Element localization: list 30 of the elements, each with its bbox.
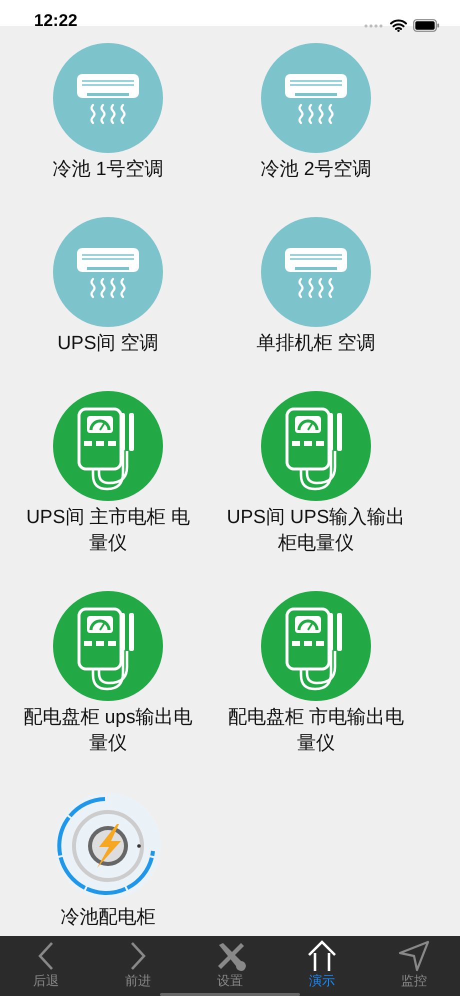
multimeter-icon: [53, 391, 163, 501]
multimeter-icon: [261, 391, 371, 501]
status-time: 12:22: [34, 10, 78, 32]
device-label[interactable]: 冷池 1号空调: [18, 157, 198, 183]
device-label[interactable]: 冷池配电柜: [18, 905, 198, 931]
power-gauge-icon: [53, 791, 163, 901]
device-label[interactable]: UPS间 空调: [18, 331, 198, 357]
navigation-arrow-icon: [397, 939, 431, 973]
multimeter-icon: [261, 591, 371, 701]
device-label[interactable]: 冷池 2号空调: [226, 157, 406, 183]
tab[interactable]: 演示: [287, 936, 357, 991]
tab[interactable]: 设置: [195, 936, 265, 991]
tab[interactable]: 前进: [103, 936, 173, 991]
forward-icon: [130, 941, 146, 971]
back-icon: [38, 941, 54, 971]
air-conditioner-icon: [261, 43, 371, 153]
device-label[interactable]: 配电盘柜 ups输出电量仪: [18, 705, 198, 757]
wifi-icon: [390, 19, 407, 32]
tab[interactable]: 监控: [379, 936, 449, 991]
device-label[interactable]: 配电盘柜 市电输出电量仪: [226, 705, 406, 757]
air-conditioner-icon: [53, 43, 163, 153]
battery-icon: [413, 19, 440, 32]
tab[interactable]: 后退: [11, 936, 81, 991]
device-label[interactable]: UPS间 主市电柜 电量仪: [18, 505, 198, 557]
air-conditioner-icon: [261, 217, 371, 327]
device-label[interactable]: 单排机柜 空调: [226, 331, 406, 357]
device-label[interactable]: UPS间 UPS输入输出柜电量仪: [226, 505, 406, 557]
air-conditioner-icon: [53, 217, 163, 327]
signal-icon: [364, 24, 384, 28]
multimeter-icon: [53, 591, 163, 701]
